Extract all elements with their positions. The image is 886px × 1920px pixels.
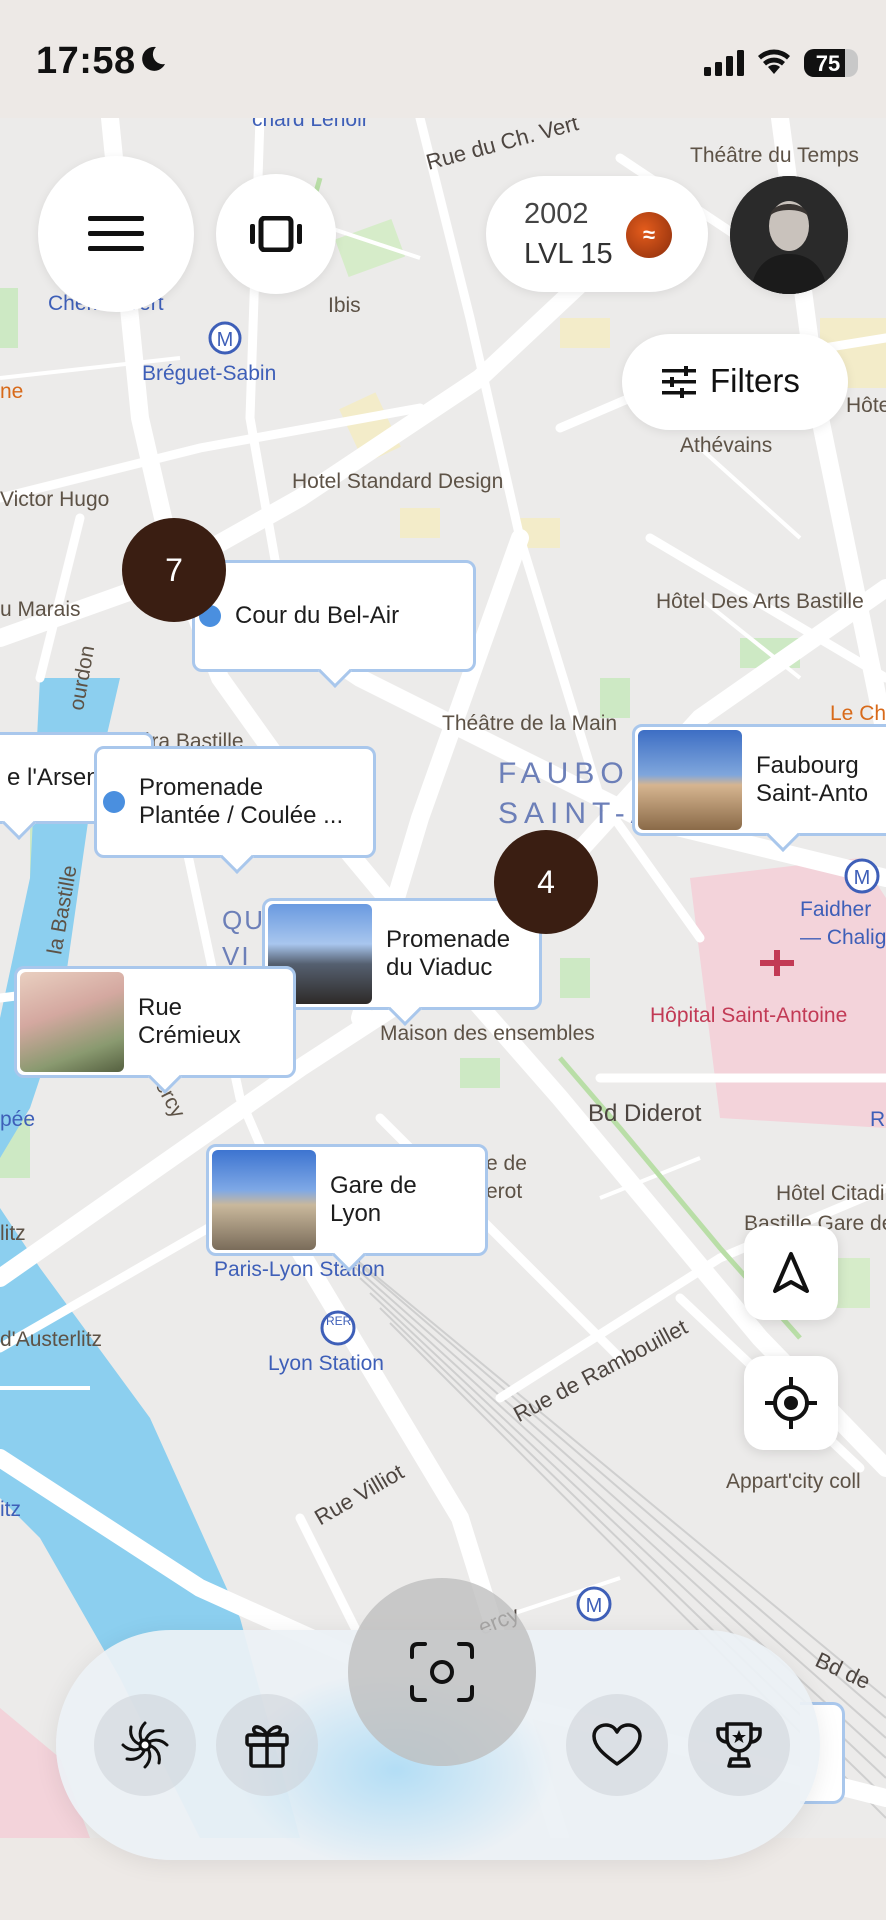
trophy-icon xyxy=(716,1722,762,1768)
nav-trophy-button[interactable] xyxy=(688,1694,790,1796)
menu-button[interactable] xyxy=(38,156,194,312)
map-label: Appart'city coll xyxy=(726,1470,861,1493)
battery-percent: 75 xyxy=(815,51,841,76)
map-label: Hôtel Citadine xyxy=(776,1182,886,1205)
status-bar: 17:58 75 xyxy=(0,0,886,118)
nav-rewards-button[interactable] xyxy=(216,1694,318,1796)
nav-favorites-button[interactable] xyxy=(566,1694,668,1796)
battery-indicator: 75 xyxy=(804,49,858,77)
filters-label: Filters xyxy=(710,362,800,399)
place-pin[interactable]: Gare de Lyon xyxy=(206,1144,488,1272)
place-name: Rue Crémieux xyxy=(138,994,241,1049)
hamburger-icon xyxy=(88,216,144,251)
map-label: u Marais xyxy=(0,598,81,621)
place-name: Cour du Bel-Air xyxy=(235,602,400,629)
map-label: pée xyxy=(0,1108,36,1131)
map-label: Théâtre de la Main xyxy=(442,712,618,735)
camera-scan-icon xyxy=(410,1642,474,1702)
compass-button[interactable] xyxy=(744,1226,838,1320)
place-name: Promenade du Viaduc xyxy=(386,926,511,981)
map-label: Hôtel Des Arts Bastille xyxy=(656,590,864,613)
map-cluster[interactable]: 7 xyxy=(122,518,226,622)
place-photo xyxy=(638,730,742,830)
cards-view-button[interactable] xyxy=(216,174,336,294)
cellular-signal-icon xyxy=(704,50,744,76)
map-label: Bréguet-Sabin xyxy=(142,362,277,385)
place-name: Promenade Plantée / Coulée ... xyxy=(139,774,344,829)
locate-me-button[interactable] xyxy=(744,1356,838,1450)
place-photo xyxy=(212,1150,316,1250)
status-time: 17:58 xyxy=(36,40,136,82)
crosshair-icon xyxy=(765,1377,817,1429)
place-pin[interactable]: Promenade du Viaduc xyxy=(262,898,542,1026)
map-label: Victor Hugo xyxy=(0,488,110,511)
svg-text:M: M xyxy=(586,1595,603,1617)
filters-icon xyxy=(662,366,696,398)
map-label: Hôpital Saint-Antoine xyxy=(650,1004,848,1027)
place-name: Gare de Lyon xyxy=(330,1172,417,1227)
place-name: Faubourg Saint-Anto xyxy=(756,752,869,807)
filters-button[interactable]: Filters xyxy=(622,334,848,430)
navigation-arrow-icon xyxy=(773,1252,809,1293)
xp-level-badge[interactable]: 2002 LVL 15 ≈ xyxy=(486,176,708,292)
avatar-photo xyxy=(730,176,848,294)
svg-text:M: M xyxy=(217,329,234,351)
map-label: Théâtre du Temps xyxy=(690,144,859,167)
map-label: itz xyxy=(0,1498,21,1521)
map-label: Lyon Station xyxy=(268,1352,384,1375)
map-label: chard Lenoir xyxy=(252,118,369,131)
map-label: Bd Diderot xyxy=(588,1100,702,1127)
map-label: Faidher — Chalig xyxy=(800,898,886,949)
place-photo xyxy=(20,972,124,1072)
svg-text:M: M xyxy=(854,867,871,889)
map-label: Ibis xyxy=(328,294,361,317)
heart-icon xyxy=(592,1723,642,1766)
map-label: Hotel Standard Design xyxy=(292,470,504,493)
map-label: QU VI xyxy=(222,905,265,971)
place-pin[interactable]: Promenade Plantée / Coulée ... xyxy=(94,746,376,874)
map-label: Maison des ensembles xyxy=(380,1022,595,1045)
map-label: ne xyxy=(0,380,24,403)
map-label: e de erot xyxy=(486,1152,527,1203)
map-label: RER xyxy=(326,1314,352,1328)
scan-button[interactable] xyxy=(348,1578,536,1766)
spiral-icon xyxy=(121,1721,169,1769)
place-pin[interactable]: Rue Crémieux xyxy=(14,966,296,1094)
avatar[interactable] xyxy=(730,176,848,294)
level-value: LVL 15 xyxy=(524,238,613,270)
cluster-count: 7 xyxy=(165,551,183,588)
cluster-count: 4 xyxy=(537,863,555,900)
map-label: Hôte xyxy=(846,394,886,417)
map-label: d'Austerlitz xyxy=(0,1328,103,1351)
gift-icon xyxy=(245,1725,289,1768)
place-pin[interactable]: Faubourg Saint-Anto xyxy=(632,724,886,852)
map-cluster[interactable]: 4 xyxy=(494,830,598,934)
map-label: litz xyxy=(0,1222,26,1245)
place-dot-icon xyxy=(103,791,125,813)
map-label: Athévains xyxy=(680,434,773,457)
wifi-icon xyxy=(758,49,790,74)
nav-explore-button[interactable] xyxy=(94,1694,196,1796)
map-label: Le Ch xyxy=(830,702,886,725)
coin-icon: ≈ xyxy=(626,212,672,258)
place-pin[interactable]: Cour du Bel-Air xyxy=(192,560,476,688)
moon-icon xyxy=(142,46,165,71)
map-label: R xyxy=(870,1108,886,1131)
points-value: 2002 xyxy=(524,198,589,230)
carousel-icon xyxy=(250,216,302,252)
